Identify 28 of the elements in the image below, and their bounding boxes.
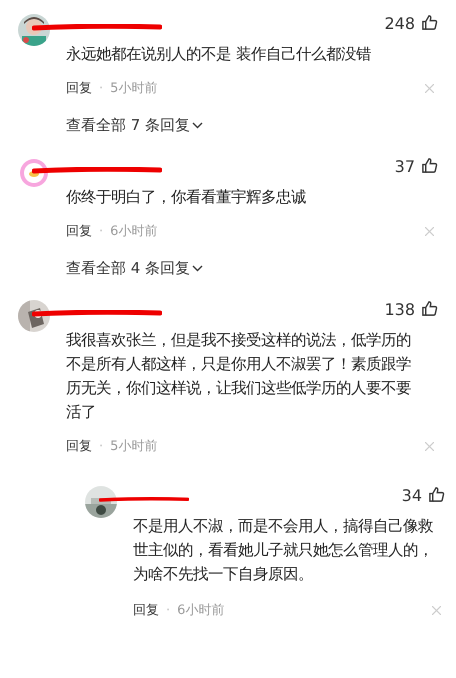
like-count: 248 bbox=[384, 14, 415, 34]
reply-link[interactable]: 回复 bbox=[133, 601, 159, 619]
chevron-down-icon bbox=[192, 122, 204, 129]
reply-link[interactable]: 回复 bbox=[66, 437, 92, 455]
comment-text: 永远她都在说别人的不是 装作自己什么都没错 bbox=[66, 44, 372, 65]
like-count: 34 bbox=[402, 486, 422, 506]
view-replies-button[interactable]: 查看全部 7 条回复 bbox=[66, 116, 204, 135]
timestamp: 5小时前 bbox=[110, 438, 158, 455]
comment-text: 你终于明白了，你看看董宇辉多忠诚 bbox=[66, 187, 307, 208]
view-replies-button[interactable]: 查看全部 4 条回复 bbox=[66, 259, 204, 278]
like-count: 138 bbox=[384, 300, 415, 320]
timestamp: 6小时前 bbox=[110, 223, 158, 240]
separator: · bbox=[99, 80, 104, 96]
timestamp: 5小时前 bbox=[110, 80, 158, 97]
thumbs-up-icon[interactable] bbox=[428, 486, 445, 503]
reply-link[interactable]: 回复 bbox=[66, 79, 92, 97]
separator: · bbox=[166, 602, 170, 618]
timestamp: 6小时前 bbox=[177, 602, 224, 619]
thumbs-up-icon[interactable] bbox=[421, 157, 438, 174]
chevron-down-icon bbox=[192, 265, 204, 272]
comment-text: 不是用人不淑，而是不会用人，搞得自己像救世主似的，看看她儿子就只她怎么管理人的，为啥不先找一下自身原因。 bbox=[133, 516, 434, 585]
thumbs-up-icon[interactable] bbox=[421, 14, 438, 31]
separator: · bbox=[99, 224, 104, 238]
like-count: 37 bbox=[394, 157, 415, 177]
reply-link[interactable]: 回复 bbox=[66, 222, 92, 240]
comment-text: 我很喜欢张兰，但是我不接受这样的说法，低学历的不是所有人都这样，只是你用人不淑罢了！素质跟学历无关，你们这样说，让我们这些低学历的人要不要活了 bbox=[66, 330, 412, 423]
thumbs-up-icon[interactable] bbox=[421, 300, 438, 317]
separator: · bbox=[99, 438, 104, 454]
